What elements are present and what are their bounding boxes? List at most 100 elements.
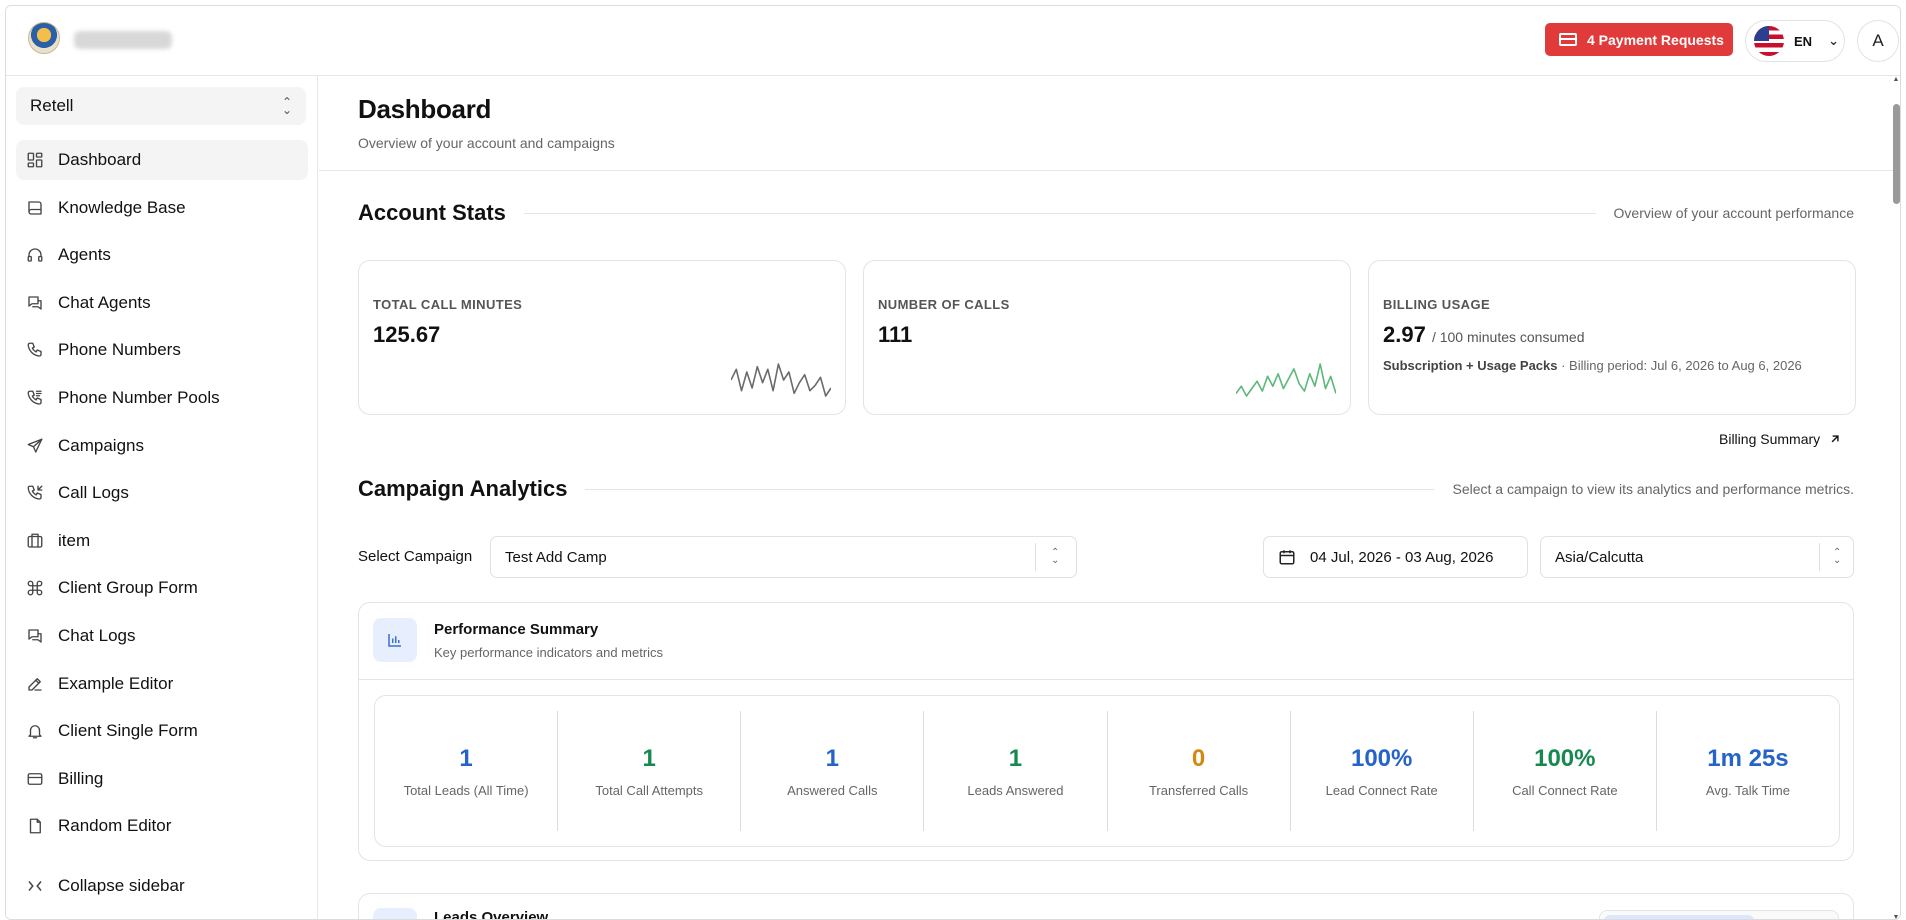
metric-cell: 100% Lead Connect Rate [1291,711,1474,831]
billing-summary-label: Billing Summary [1719,431,1821,447]
phone-pool-icon [26,389,44,407]
leads-overview-title: Leads Overview [434,909,549,920]
sidebar-item-label: Client Group Form [58,578,198,598]
leads-view-toggle[interactable] [1599,910,1839,919]
billing-plan: Subscription + Usage Packs [1383,358,1558,373]
sidebar-item-agents[interactable]: Agents [16,235,308,275]
sidebar-item-random-editor[interactable]: Random Editor [16,806,308,846]
metric-label: Total Leads (All Time) [403,782,529,798]
language-selector[interactable]: EN ⌄ [1745,20,1845,62]
timezone-select[interactable]: Asia/Calcutta ⌃ ⌄ [1540,536,1854,578]
scrollbar[interactable]: ▲ ▼ [1892,76,1900,919]
sidebar-item-label: Phone Number Pools [58,387,220,407]
page-subtitle: Overview of your account and campaigns [358,135,615,151]
payment-requests-button[interactable]: 4 Payment Requests [1545,23,1733,56]
arrow-up-right-icon [1831,435,1839,443]
metric-cell: 100% Call Connect Rate [1474,711,1657,831]
metric-value: 0 [1191,744,1206,772]
sparkline-minutes [731,363,831,397]
sidebar-item-knowledge-base[interactable]: Knowledge Base [16,188,308,228]
sidebar-item-label: Phone Numbers [58,340,181,360]
section-title: Account Stats [358,200,506,225]
phone-log-icon [26,484,44,502]
sidebar-item-phone-numbers[interactable]: Phone Numbers [16,330,308,370]
date-range-picker[interactable]: 04 Jul, 2026 - 03 Aug, 2026 [1263,536,1528,578]
sidebar-item-client-group-form[interactable]: Client Group Form [16,568,308,608]
credit-card-icon [26,770,44,788]
language-code: EN [1794,33,1813,49]
phone-icon [26,341,44,359]
file-icon [26,817,44,835]
metric-label: Lead Connect Rate [1325,782,1438,798]
chevron-up-down-icon: ⌃ ⌄ [1051,547,1060,566]
metric-label: Answered Calls [787,782,878,798]
collapse-sidebar-button[interactable]: Collapse sidebar [26,876,185,896]
sidebar-item-chat-agents[interactable]: Chat Agents [16,283,308,323]
org-name: Retell [30,96,74,115]
campaign-select[interactable]: Test Add Camp ⌃ ⌄ [490,536,1077,578]
sidebar-item-example-editor[interactable]: Example Editor [16,664,308,704]
metric-cell: 1 Total Leads (All Time) [375,711,559,831]
metric-label: Total Call Attempts [595,782,704,798]
sidebar-item-chat-logs[interactable]: Chat Logs [16,616,308,656]
payment-requests-label: 4 Payment Requests [1587,31,1724,48]
us-flag-icon [1754,26,1784,56]
billing-summary-link[interactable]: Billing Summary [1719,431,1842,447]
metric-label: Transferred Calls [1148,782,1249,798]
leads-overview-card: Leads Overview [358,893,1854,920]
book-icon [26,199,44,217]
date-range-value: 04 Jul, 2026 - 03 Aug, 2026 [1310,548,1494,566]
select-campaign-label: Select Campaign [358,548,473,565]
performance-summary-subtitle: Key performance indicators and metrics [434,645,664,660]
sidebar-item-dashboard[interactable]: Dashboard [16,140,308,180]
campaign-filter-row: Select Campaign Test Add Camp ⌃ ⌄ 04 Jul,… [358,536,1854,578]
sidebar-item-label: Example Editor [58,673,174,693]
metric-value: 1m 25s [1707,744,1789,772]
scroll-down-arrow[interactable]: ▼ [1892,914,1900,919]
chevron-down-icon: ⌄ [1828,33,1839,48]
metrics-grid: 1 Total Leads (All Time) 1 Total Call Attem… [374,695,1840,847]
timezone-value: Asia/Calcutta [1555,548,1644,566]
sidebar-item-phone-number-pools[interactable]: Phone Number Pools [16,378,308,418]
box-icon [26,532,44,550]
bell-icon [26,722,44,740]
stat-value-wrap: 2.97 / 100 minutes consumed [1383,322,1841,348]
sidebar-item-label: item [58,530,91,550]
sidebar-item-client-single-form[interactable]: Client Single Form [16,711,308,751]
credit-card-icon [1559,33,1577,46]
chat-log-icon [26,627,44,645]
chevron-up-down-icon: ⌃ ⌄ [1833,547,1842,566]
send-icon [26,437,44,455]
user-avatar[interactable]: A [1857,20,1899,62]
sidebar: Retell ⌃ ⌄ Dashboard Knowledge Base Agents C… [6,76,318,919]
command-icon [26,579,44,597]
stat-label: TOTAL CALL MINUTES [373,297,523,312]
sidebar-item-campaigns[interactable]: Campaigns [16,426,308,466]
metric-cell: 1 Answered Calls [741,711,925,831]
metric-value: 1 [1008,744,1023,772]
sidebar-item-call-logs[interactable]: Call Logs [16,473,308,513]
collapse-sidebar-label: Collapse sidebar [58,876,185,895]
sidebar-item-label: Call Logs [58,483,129,503]
brand-logo[interactable] [28,22,60,54]
sidebar-item-billing[interactable]: Billing [16,759,308,799]
top-bar: 4 Payment Requests EN ⌄ A [6,6,1900,76]
performance-summary-header: Performance Summary Key performance indi… [359,603,1853,680]
stat-value: 2.97 [1383,322,1426,347]
main-content: Dashboard Overview of your account and c… [319,76,1900,919]
metric-value: 100% [1534,744,1596,772]
org-selector[interactable]: Retell ⌃ ⌄ [16,87,306,125]
app-window: 4 Payment Requests EN ⌄ A Retell ⌃ ⌄ Dash… [5,5,1901,920]
sidebar-item-item[interactable]: item [16,521,308,561]
metric-value: 1 [459,744,473,772]
metric-cell: 1m 25s Avg. Talk Time [1657,711,1839,831]
edit-icon [26,675,44,693]
users-icon [373,908,417,919]
sidebar-item-label: Knowledge Base [58,197,186,217]
performance-summary-card: Performance Summary Key performance indi… [358,602,1854,861]
sidebar-item-label: Chat Logs [58,625,136,645]
scroll-thumb[interactable] [1893,104,1900,204]
chat-icon [26,294,44,312]
section-description: Select a campaign to view its analytics … [1452,481,1854,497]
scroll-up-arrow[interactable]: ▲ [1892,76,1900,83]
